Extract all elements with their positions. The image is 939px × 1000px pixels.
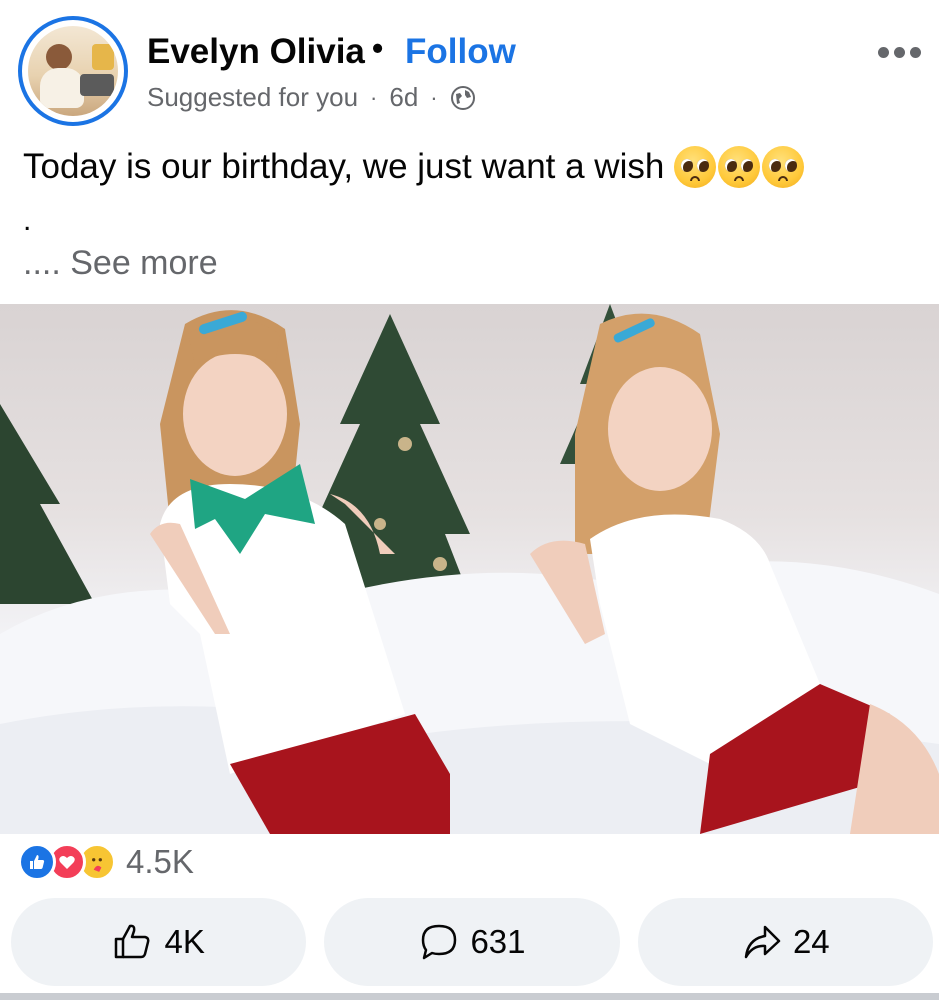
author-name[interactable]: Evelyn Olivia (147, 32, 365, 72)
globe-icon (450, 85, 475, 110)
pleading-face-emoji (674, 146, 805, 188)
meta-separator: · (430, 84, 438, 110)
name-separator: • (372, 30, 384, 66)
post-photo[interactable] (0, 304, 939, 834)
share-count: 24 (792, 923, 830, 960)
like-reaction-icon (18, 843, 56, 881)
comment-count: 631 (470, 923, 526, 960)
post-time[interactable]: 6d (389, 82, 418, 113)
share-button[interactable]: 24 (637, 898, 933, 986)
post-text-content: Today is our birthday, we just want a wi… (23, 147, 665, 186)
reaction-count: 4.5K (126, 843, 194, 880)
follow-button[interactable]: Follow (405, 32, 516, 72)
comment-button[interactable]: 631 (324, 898, 620, 986)
meta-separator: · (370, 84, 378, 110)
post-meta: Suggested for you · 6d · (147, 82, 476, 113)
thumbs-up-icon (115, 924, 150, 959)
avatar-image (28, 26, 118, 116)
share-arrow-icon (744, 925, 781, 959)
bottom-divider (0, 993, 939, 1000)
photo-illustration (0, 304, 939, 834)
post-header: Evelyn Olivia • Follow Suggested for you… (0, 0, 939, 140)
like-count: 4K (164, 923, 205, 960)
see-more-link[interactable]: .... See more (23, 244, 218, 283)
comment-bubble-icon (422, 924, 457, 960)
more-options-icon[interactable] (878, 40, 924, 64)
post-text-line2: . (23, 204, 32, 237)
post-text: Today is our birthday, we just want a wi… (23, 146, 805, 188)
suggested-label: Suggested for you (147, 82, 359, 112)
reactions-summary[interactable]: 4.5K (18, 843, 194, 881)
author-avatar[interactable] (18, 16, 128, 126)
action-bar: 4K 631 24 (11, 898, 933, 986)
like-button[interactable]: 4K (11, 898, 307, 986)
